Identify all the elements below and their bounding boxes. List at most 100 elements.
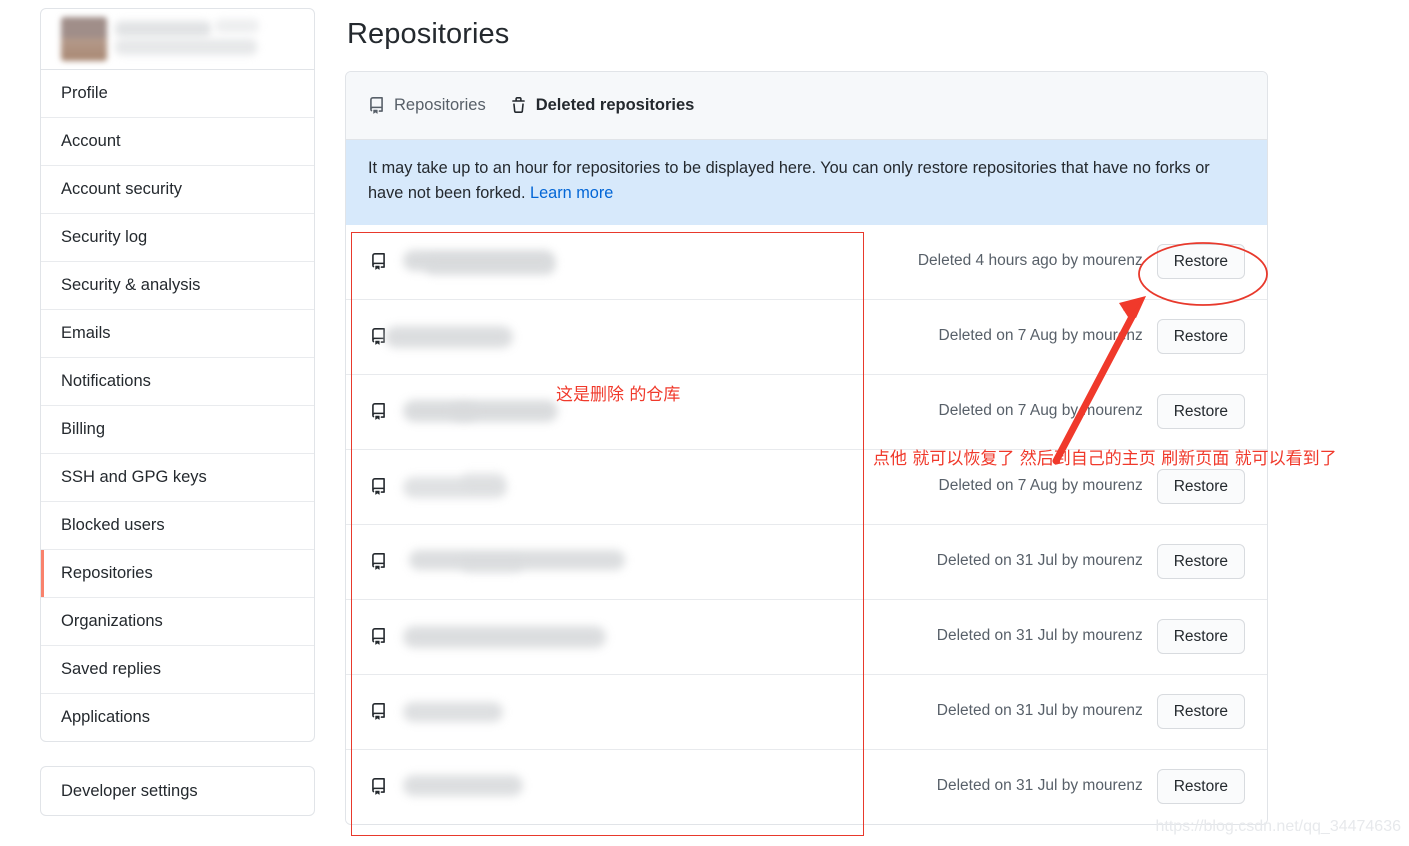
sidebar-item-developer-settings[interactable]: Developer settings xyxy=(41,767,314,815)
deleted-meta: Deleted on 31 Jul by mourenz xyxy=(936,552,1143,570)
sidebar-item-applications[interactable]: Applications xyxy=(41,694,314,741)
tab-deleted-repositories[interactable]: Deleted repositories xyxy=(510,96,695,115)
tab-label: Deleted repositories xyxy=(535,96,695,114)
row-actions: Deleted on 7 Aug by mourenz Restore xyxy=(867,393,1245,430)
repository-name-redacted[interactable] xyxy=(403,471,867,500)
table-row: Deleted on 31 Jul by mourenz Restore xyxy=(346,748,1267,824)
sidebar-item-repositories[interactable]: Repositories xyxy=(41,550,314,598)
sidebar-item-label: Saved replies xyxy=(61,660,161,678)
repository-name-redacted[interactable] xyxy=(403,549,867,575)
row-repo-info xyxy=(370,471,867,500)
sidebar-item-label: Security log xyxy=(61,228,148,246)
table-row: Deleted on 31 Jul by mourenz Restore xyxy=(346,523,1267,599)
sidebar-item-label: Emails xyxy=(61,324,111,342)
repo-icon xyxy=(368,97,385,114)
sidebar-item-label: Applications xyxy=(61,708,150,726)
row-actions: Deleted on 7 Aug by mourenz Restore xyxy=(867,318,1245,355)
repo-icon xyxy=(370,703,387,720)
row-actions: Deleted 4 hours ago by mourenz Restore xyxy=(867,243,1245,280)
row-repo-info xyxy=(370,249,867,275)
settings-sidebar: Profile Account Account security Securit… xyxy=(40,8,315,816)
sidebar-profile-header[interactable] xyxy=(41,9,314,70)
sidebar-item-ssh-and-gpg-keys[interactable]: SSH and GPG keys xyxy=(41,454,314,502)
row-actions: Deleted on 31 Jul by mourenz Restore xyxy=(867,618,1245,655)
deleted-meta: Deleted on 7 Aug by mourenz xyxy=(938,327,1143,345)
trash-icon xyxy=(510,97,527,114)
sidebar-item-account[interactable]: Account xyxy=(41,118,314,166)
table-row: Deleted on 7 Aug by mourenz Restore xyxy=(346,373,1267,449)
repository-name-redacted[interactable] xyxy=(385,324,867,350)
table-row: Deleted 4 hours ago by mourenz Restore xyxy=(346,225,1267,299)
table-row: Deleted on 7 Aug by mourenz Restore xyxy=(346,298,1267,374)
table-row: Deleted on 31 Jul by mourenz Restore xyxy=(346,598,1267,674)
tab-repositories[interactable]: Repositories xyxy=(368,96,486,115)
repository-name-redacted[interactable] xyxy=(403,249,867,275)
sidebar-item-label: Blocked users xyxy=(61,516,165,534)
restore-button[interactable]: Restore xyxy=(1156,768,1245,805)
sidebar-item-label: Profile xyxy=(61,84,108,102)
sidebar-developer-card: Developer settings xyxy=(40,766,315,816)
sidebar-item-account-security[interactable]: Account security xyxy=(41,166,314,214)
table-row: Deleted on 7 Aug by mourenz Restore xyxy=(346,448,1267,524)
page-title: Repositories xyxy=(347,18,510,50)
row-actions: Deleted on 31 Jul by mourenz Restore xyxy=(867,768,1245,805)
sidebar-item-billing[interactable]: Billing xyxy=(41,406,314,454)
repositories-panel: Repositories Deleted repositories It may… xyxy=(345,71,1268,825)
sidebar-item-label: Developer settings xyxy=(61,782,198,800)
row-actions: Deleted on 7 Aug by mourenz Restore xyxy=(867,468,1245,505)
sidebar-item-emails[interactable]: Emails xyxy=(41,310,314,358)
sidebar-item-profile[interactable]: Profile xyxy=(41,70,314,118)
restore-button[interactable]: Restore xyxy=(1156,393,1245,430)
restore-button[interactable]: Restore xyxy=(1156,693,1245,730)
avatar xyxy=(61,17,107,61)
restore-button[interactable]: Restore xyxy=(1156,318,1245,355)
deleted-meta: Deleted on 7 Aug by mourenz xyxy=(938,477,1143,495)
repo-icon xyxy=(370,403,387,420)
sidebar-item-notifications[interactable]: Notifications xyxy=(41,358,314,406)
row-repo-info xyxy=(370,699,867,725)
deleted-meta: Deleted on 31 Jul by mourenz xyxy=(936,702,1143,720)
restore-button[interactable]: Restore xyxy=(1156,618,1245,655)
username-redacted xyxy=(115,19,296,59)
sidebar-item-label: Notifications xyxy=(61,372,151,390)
sidebar-item-saved-replies[interactable]: Saved replies xyxy=(41,646,314,694)
row-repo-info xyxy=(370,774,867,800)
row-repo-info xyxy=(370,324,867,350)
repo-icon xyxy=(370,478,387,495)
repo-icon xyxy=(370,778,387,795)
deleted-repositories-list: Deleted 4 hours ago by mourenz Restore D… xyxy=(346,224,1267,824)
sidebar-item-label: Organizations xyxy=(61,612,163,630)
sidebar-item-label: SSH and GPG keys xyxy=(61,468,207,486)
row-repo-info xyxy=(370,399,867,425)
row-actions: Deleted on 31 Jul by mourenz Restore xyxy=(867,693,1245,730)
sidebar-item-label: Repositories xyxy=(61,564,153,582)
repository-name-redacted[interactable] xyxy=(403,624,867,650)
sidebar-main-card: Profile Account Account security Securit… xyxy=(40,8,315,742)
settings-repositories-page: Profile Account Account security Securit… xyxy=(0,0,1409,846)
tab-label: Repositories xyxy=(394,96,486,114)
row-actions: Deleted on 31 Jul by mourenz Restore xyxy=(867,543,1245,580)
watermark: https://blog.csdn.net/qq_34474636 xyxy=(1155,818,1401,835)
sidebar-item-security-and-analysis[interactable]: Security & analysis xyxy=(41,262,314,310)
info-notice: It may take up to an hour for repositori… xyxy=(346,140,1267,225)
sidebar-item-blocked-users[interactable]: Blocked users xyxy=(41,502,314,550)
learn-more-link[interactable]: Learn more xyxy=(530,184,613,202)
deleted-meta: Deleted 4 hours ago by mourenz xyxy=(917,252,1143,270)
repo-icon xyxy=(370,553,387,570)
restore-button[interactable]: Restore xyxy=(1156,243,1245,280)
repository-name-redacted[interactable] xyxy=(403,774,867,800)
deleted-meta: Deleted on 31 Jul by mourenz xyxy=(936,777,1143,795)
restore-button[interactable]: Restore xyxy=(1156,468,1245,505)
panel-tabnav: Repositories Deleted repositories xyxy=(346,72,1267,140)
sidebar-item-label: Security & analysis xyxy=(61,276,201,294)
sidebar-item-organizations[interactable]: Organizations xyxy=(41,598,314,646)
repository-name-redacted[interactable] xyxy=(403,399,867,425)
sidebar-item-security-log[interactable]: Security log xyxy=(41,214,314,262)
repository-name-redacted[interactable] xyxy=(403,699,867,725)
sidebar-item-label: Account xyxy=(61,132,121,150)
deleted-meta: Deleted on 31 Jul by mourenz xyxy=(936,627,1143,645)
main-content: Repositories Repositories Deleted reposi… xyxy=(345,0,1369,825)
restore-button[interactable]: Restore xyxy=(1156,543,1245,580)
table-row: Deleted on 31 Jul by mourenz Restore xyxy=(346,673,1267,749)
row-repo-info xyxy=(370,549,867,575)
